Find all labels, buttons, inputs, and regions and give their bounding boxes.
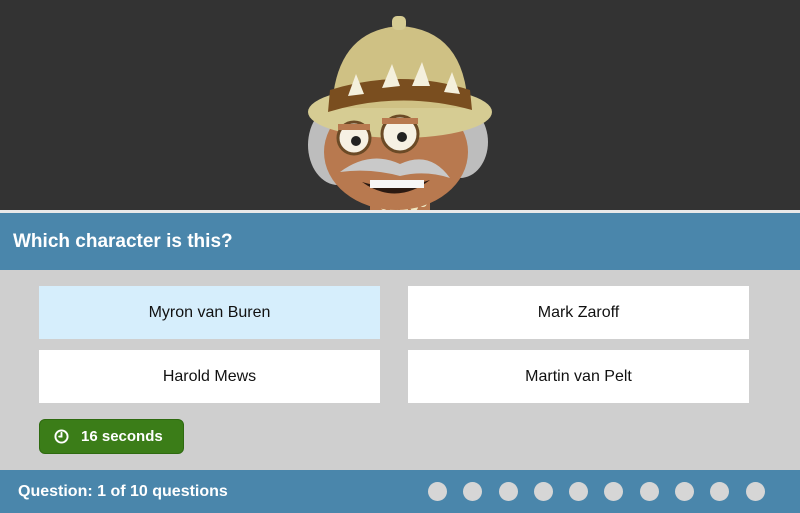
progress-dot <box>710 482 730 501</box>
answers-area: Myron van Buren Mark Zaroff Harold Mews … <box>0 270 800 470</box>
progress-dot <box>533 482 553 501</box>
progress-dot <box>498 482 518 501</box>
answer-option-1[interactable]: Myron van Buren <box>39 286 380 339</box>
progress-label: Question: 1 of 10 questions <box>18 483 228 500</box>
progress-dot <box>463 482 483 501</box>
answer-option-3[interactable]: Harold Mews <box>39 350 380 403</box>
timer-label: 16 seconds <box>81 428 163 445</box>
clock-icon <box>54 429 69 444</box>
question-text: Which character is this? <box>13 231 233 252</box>
progress-dot <box>745 482 765 501</box>
progress-dot <box>639 482 659 501</box>
character-illustration <box>308 16 492 211</box>
progress-dot <box>675 482 695 501</box>
progress-dot <box>428 482 447 501</box>
timer-badge: 16 seconds <box>39 419 184 454</box>
progress-dots <box>428 482 781 501</box>
question-bar: Which character is this? <box>0 213 800 270</box>
progress-dot <box>569 482 589 501</box>
answer-option-2[interactable]: Mark Zaroff <box>408 286 749 339</box>
character-stage <box>0 0 800 211</box>
progress-footer: Question: 1 of 10 questions <box>0 470 800 513</box>
answer-option-4[interactable]: Martin van Pelt <box>408 350 749 403</box>
progress-dot <box>604 482 624 501</box>
